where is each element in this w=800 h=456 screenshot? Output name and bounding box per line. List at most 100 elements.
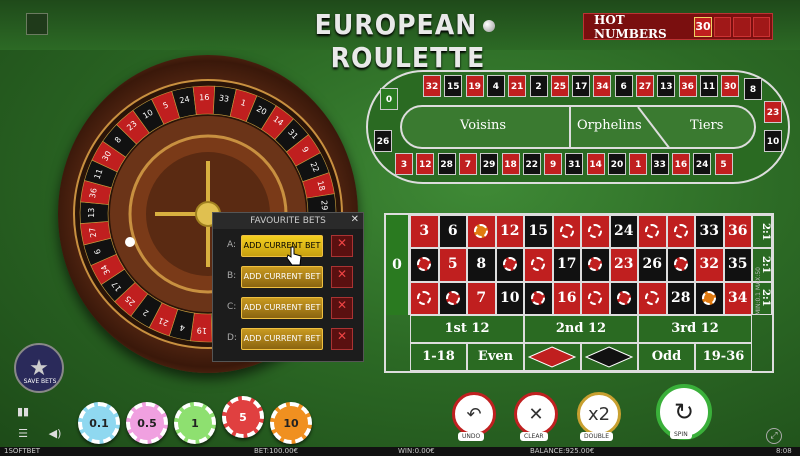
delete-favourite-button[interactable]: ✕ [331, 266, 353, 288]
number-cell[interactable] [467, 215, 496, 249]
racetrack-number[interactable]: 15 [444, 75, 463, 97]
racetrack-number[interactable]: 23 [764, 101, 782, 123]
delete-favourite-button[interactable]: ✕ [331, 328, 353, 350]
sound-icon[interactable]: ◀) [46, 427, 64, 445]
black-bet[interactable] [581, 343, 638, 371]
number-cell[interactable] [638, 215, 667, 249]
number-cell[interactable]: 5 [438, 248, 467, 282]
racetrack-number[interactable]: 27 [636, 75, 654, 97]
add-current-bet-button[interactable]: ADD CURRENT BET [241, 235, 323, 257]
racetrack-number[interactable]: 19 [465, 75, 484, 97]
number-cell[interactable] [438, 281, 467, 315]
number-cell[interactable]: 24 [609, 215, 638, 249]
racetrack-number[interactable]: 25 [550, 75, 569, 97]
number-cell[interactable] [410, 248, 439, 282]
number-cell[interactable]: 10 [495, 281, 524, 315]
number-cell[interactable]: 32 [695, 248, 724, 282]
racetrack-number[interactable]: 10 [764, 130, 782, 152]
racetrack-number[interactable]: 34 [593, 75, 612, 97]
racetrack-number[interactable]: 22 [522, 153, 541, 175]
undo-button[interactable]: ↶ [452, 392, 496, 436]
racetrack-number[interactable]: 20 [608, 153, 626, 175]
racetrack-number[interactable]: 0 [380, 88, 398, 110]
delete-favourite-button[interactable]: ✕ [331, 297, 353, 319]
racetrack-number[interactable]: 5 [714, 153, 733, 175]
number-cell[interactable]: 16 [552, 281, 581, 315]
even-bet[interactable]: Even [467, 343, 524, 371]
racetrack-number[interactable]: 30 [721, 75, 740, 97]
racetrack-number[interactable]: 13 [657, 75, 676, 97]
racetrack-number[interactable]: 3 [395, 153, 413, 175]
number-cell[interactable] [638, 281, 667, 315]
number-cell[interactable]: 8 [467, 248, 496, 282]
chip-0.1[interactable]: 0.1 [78, 402, 120, 444]
racetrack-number[interactable]: 28 [437, 153, 456, 175]
clear-button[interactable]: ✕ [514, 392, 558, 436]
red-bet[interactable] [524, 343, 581, 371]
racetrack-number[interactable]: 7 [458, 153, 477, 175]
number-cell[interactable] [524, 281, 553, 315]
racetrack-number[interactable]: 18 [501, 153, 520, 175]
column-bet-top[interactable]: 2:1 [752, 215, 772, 249]
chip-1[interactable]: 1 [174, 402, 216, 444]
zero-cell[interactable]: 0 [386, 215, 410, 315]
number-cell[interactable]: 28 [666, 281, 695, 315]
chip-5[interactable]: 5 [222, 396, 264, 438]
delete-favourite-button[interactable]: ✕ [331, 235, 353, 257]
stats-icon[interactable]: ▮▮ [14, 405, 32, 423]
racetrack-number[interactable]: 32 [423, 75, 441, 97]
number-cell[interactable] [495, 248, 524, 282]
double-button[interactable]: x2 [577, 392, 621, 436]
racetrack-number[interactable]: 9 [544, 153, 563, 175]
dozen-3[interactable]: 3rd 12 [638, 315, 752, 343]
menu-icon[interactable]: ☰ [14, 427, 32, 445]
racetrack-number[interactable]: 26 [374, 130, 392, 152]
racetrack-number[interactable]: 8 [744, 78, 762, 100]
chip-10[interactable]: 10 [270, 402, 312, 444]
number-cell[interactable] [581, 248, 610, 282]
racetrack-number[interactable]: 31 [565, 153, 584, 175]
number-cell[interactable] [609, 281, 638, 315]
racetrack-number[interactable]: 16 [671, 153, 690, 175]
number-cell[interactable]: 7 [467, 281, 496, 315]
racetrack-number[interactable]: 6 [614, 75, 633, 97]
low-bet[interactable]: 1-18 [410, 343, 467, 371]
high-bet[interactable]: 19-36 [695, 343, 752, 371]
number-cell[interactable] [524, 248, 553, 282]
number-cell[interactable]: 36 [723, 215, 752, 249]
number-cell[interactable]: 3 [410, 215, 439, 249]
dozen-2[interactable]: 2nd 12 [524, 315, 638, 343]
number-cell[interactable] [552, 215, 581, 249]
racetrack-number[interactable]: 17 [572, 75, 591, 97]
number-cell[interactable] [666, 248, 695, 282]
racetrack-number[interactable]: 14 [586, 153, 605, 175]
add-current-bet-button[interactable]: ADD CURRENT BET [241, 266, 323, 288]
number-cell[interactable]: 35 [723, 248, 752, 282]
number-cell[interactable] [410, 281, 439, 315]
save-bets-button[interactable]: ★ [14, 343, 64, 393]
hot-numbers-panel[interactable]: HOT NUMBERS 30 [583, 13, 773, 41]
number-cell[interactable]: 23 [609, 248, 638, 282]
odd-bet[interactable]: Odd [638, 343, 695, 371]
chip-0.5[interactable]: 0.5 [126, 402, 168, 444]
racetrack-number[interactable]: 33 [650, 153, 669, 175]
number-cell[interactable] [695, 281, 724, 315]
dozen-1[interactable]: 1st 12 [410, 315, 524, 343]
number-cell[interactable] [581, 281, 610, 315]
racetrack-number[interactable]: 1 [629, 153, 648, 175]
number-cell[interactable] [581, 215, 610, 249]
racetrack-number[interactable]: 4 [486, 75, 505, 97]
number-cell[interactable]: 33 [695, 215, 724, 249]
fullscreen-icon[interactable]: ⤢ [766, 428, 782, 444]
racetrack-number[interactable]: 24 [693, 153, 712, 175]
racetrack-number[interactable]: 11 [699, 75, 718, 97]
close-icon[interactable]: ✕ [351, 214, 359, 225]
number-cell[interactable]: 34 [723, 281, 752, 315]
number-cell[interactable] [666, 215, 695, 249]
racetrack-number[interactable]: 36 [678, 75, 697, 97]
add-current-bet-button[interactable]: ADD CURRENT BET [241, 297, 323, 319]
racetrack-number[interactable]: 29 [480, 153, 499, 175]
add-current-bet-button[interactable]: ADD CURRENT BET [241, 328, 323, 350]
number-cell[interactable]: 15 [524, 215, 553, 249]
number-cell[interactable]: 17 [552, 248, 581, 282]
